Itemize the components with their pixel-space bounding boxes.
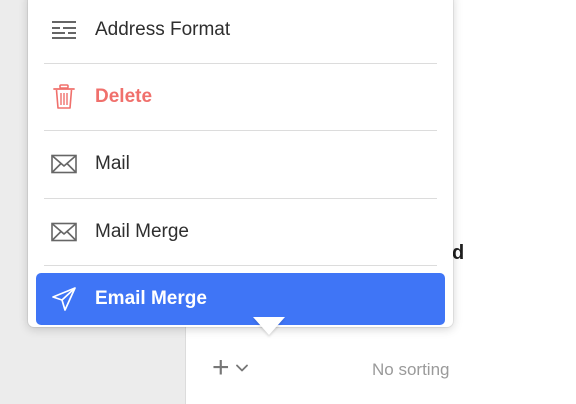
bottom-toolbar: + No sorting xyxy=(186,340,576,404)
envelope-icon xyxy=(50,150,78,178)
actions-popover-menu: Address Format Delete Mail Mail Merge Em… xyxy=(28,0,453,335)
menu-item-label: Mail Merge xyxy=(95,221,189,242)
menu-divider xyxy=(44,198,437,199)
menu-item-address-format[interactable]: Address Format xyxy=(36,4,445,56)
menu-item-label: Delete xyxy=(95,86,153,107)
menu-item-email-merge[interactable]: Email Merge xyxy=(36,273,445,325)
chevron-down-icon xyxy=(235,364,248,372)
envelope-icon xyxy=(50,218,78,246)
sorting-label[interactable]: No sorting xyxy=(372,360,449,380)
address-format-icon xyxy=(50,16,78,44)
menu-item-label: Email Merge xyxy=(95,288,207,309)
plus-icon: + xyxy=(212,351,230,384)
menu-item-label: Address Format xyxy=(95,19,231,40)
menu-divider xyxy=(44,130,437,131)
menu-item-mail[interactable]: Mail xyxy=(36,138,445,190)
menu-item-mail-merge[interactable]: Mail Merge xyxy=(36,206,445,258)
trash-icon xyxy=(50,83,78,111)
menu-divider xyxy=(44,265,437,266)
add-menu-button[interactable]: + xyxy=(212,351,272,384)
main-content-text: d xyxy=(452,242,465,264)
paper-plane-icon xyxy=(50,285,78,313)
popover-arrow xyxy=(253,317,285,335)
menu-divider xyxy=(44,63,437,64)
menu-item-label: Mail xyxy=(95,153,130,174)
menu-item-delete[interactable]: Delete xyxy=(36,71,445,123)
